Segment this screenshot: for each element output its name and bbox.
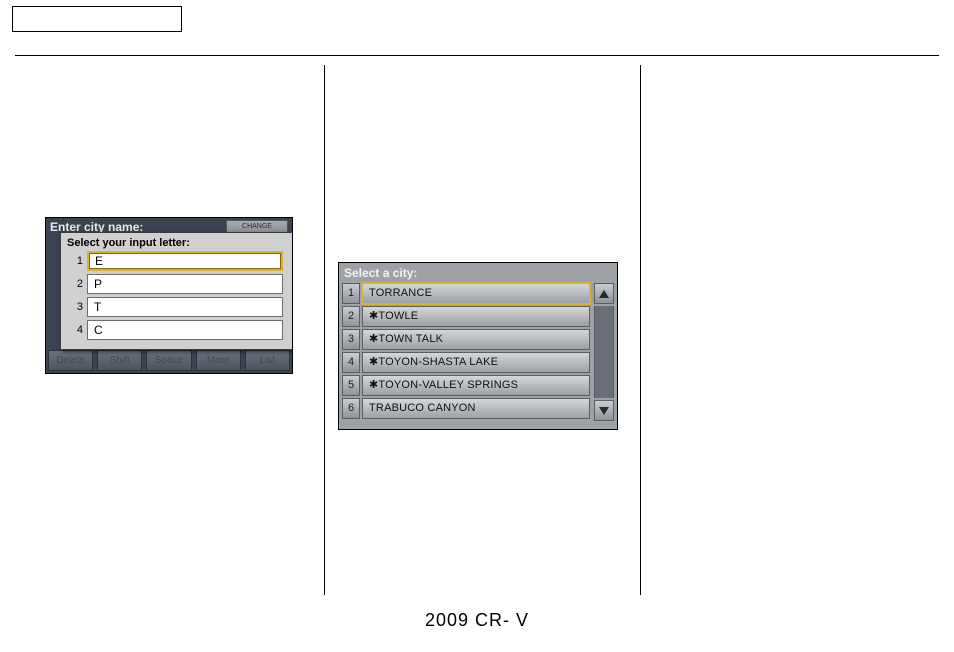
screenshot-select-city: Select a city: 1 TORRANCE 2 ✱TOWLE 3 ✱TO… <box>338 262 618 430</box>
city-row-4[interactable]: 4 ✱TOYON-SHASTA LAKE <box>342 352 614 373</box>
city-row-index: 5 <box>342 375 360 396</box>
city-row-index: 6 <box>342 398 360 419</box>
input-letter-popup: Select your input letter: 1 E 2 P 3 T 4 … <box>60 232 293 350</box>
input-letter-rows: 1 E 2 P 3 T 4 C <box>61 251 293 340</box>
city-row-2[interactable]: 2 ✱TOWLE <box>342 306 614 327</box>
scroll-up-button[interactable] <box>594 283 614 304</box>
horizontal-rule <box>15 55 939 56</box>
say-name-top-label: CHANGE <box>227 222 287 231</box>
city-row-name: ✱TOYON-VALLEY SPRINGS <box>362 375 590 396</box>
city-row-name: TORRANCE <box>362 283 590 304</box>
select-city-label: Select a city: <box>344 266 417 280</box>
city-row-name: TRABUCO CANYON <box>362 398 590 419</box>
column-divider-2 <box>640 65 641 595</box>
more-button[interactable]: More <box>196 350 241 371</box>
delete-label: Delete <box>56 355 85 366</box>
city-row-index: 3 <box>342 329 360 350</box>
city-row-6[interactable]: 6 TRABUCO CANYON <box>342 398 614 419</box>
list-label: List <box>260 355 276 366</box>
shift-button[interactable]: Shift <box>97 350 142 371</box>
keyboard-bottom-row: Delete Shift Space More List <box>46 348 292 373</box>
input-letter-row-1[interactable]: 1 E <box>87 251 283 271</box>
triangle-down-icon <box>599 407 609 415</box>
space-label: Space <box>155 355 183 366</box>
input-letter-index: 1 <box>71 251 83 271</box>
input-letter-value: T <box>87 297 283 317</box>
screenshot-input-letter: Enter city name: CHANGE Say Name Delete … <box>45 217 293 374</box>
input-letter-index: 4 <box>71 320 83 340</box>
input-letter-index: 2 <box>71 274 83 294</box>
input-letter-row-3[interactable]: 3 T <box>87 297 283 317</box>
shift-label: Shift <box>110 355 130 366</box>
space-button[interactable]: Space <box>146 350 191 371</box>
input-letter-value: C <box>87 320 283 340</box>
input-letter-row-4[interactable]: 4 C <box>87 320 283 340</box>
city-row-1[interactable]: 1 TORRANCE <box>342 283 614 304</box>
city-row-3[interactable]: 3 ✱TOWN TALK <box>342 329 614 350</box>
delete-button[interactable]: Delete <box>48 350 93 371</box>
page: Enter city name: CHANGE Say Name Delete … <box>0 0 954 652</box>
column-divider-1 <box>324 65 325 595</box>
footer-text: 2009 CR- V <box>0 610 954 631</box>
input-letter-row-2[interactable]: 2 P <box>87 274 283 294</box>
input-letter-value: P <box>87 274 283 294</box>
city-row-index: 1 <box>342 283 360 304</box>
list-button[interactable]: List <box>245 350 290 371</box>
city-row-name: ✱TOWLE <box>362 306 590 327</box>
top-box-frame <box>12 6 182 32</box>
city-list: 1 TORRANCE 2 ✱TOWLE 3 ✱TOWN TALK 4 ✱TOYO… <box>342 283 614 425</box>
scroll-down-button[interactable] <box>594 400 614 421</box>
input-letter-index: 3 <box>71 297 83 317</box>
more-label: More <box>207 355 230 366</box>
city-row-name: ✱TOYON-SHASTA LAKE <box>362 352 590 373</box>
city-row-5[interactable]: 5 ✱TOYON-VALLEY SPRINGS <box>342 375 614 396</box>
city-row-name: ✱TOWN TALK <box>362 329 590 350</box>
city-row-index: 4 <box>342 352 360 373</box>
scrollbar-track[interactable] <box>594 306 614 398</box>
triangle-up-icon <box>599 290 609 298</box>
input-letter-title: Select your input letter: <box>61 233 293 251</box>
city-row-index: 2 <box>342 306 360 327</box>
input-letter-value: E <box>87 251 283 271</box>
